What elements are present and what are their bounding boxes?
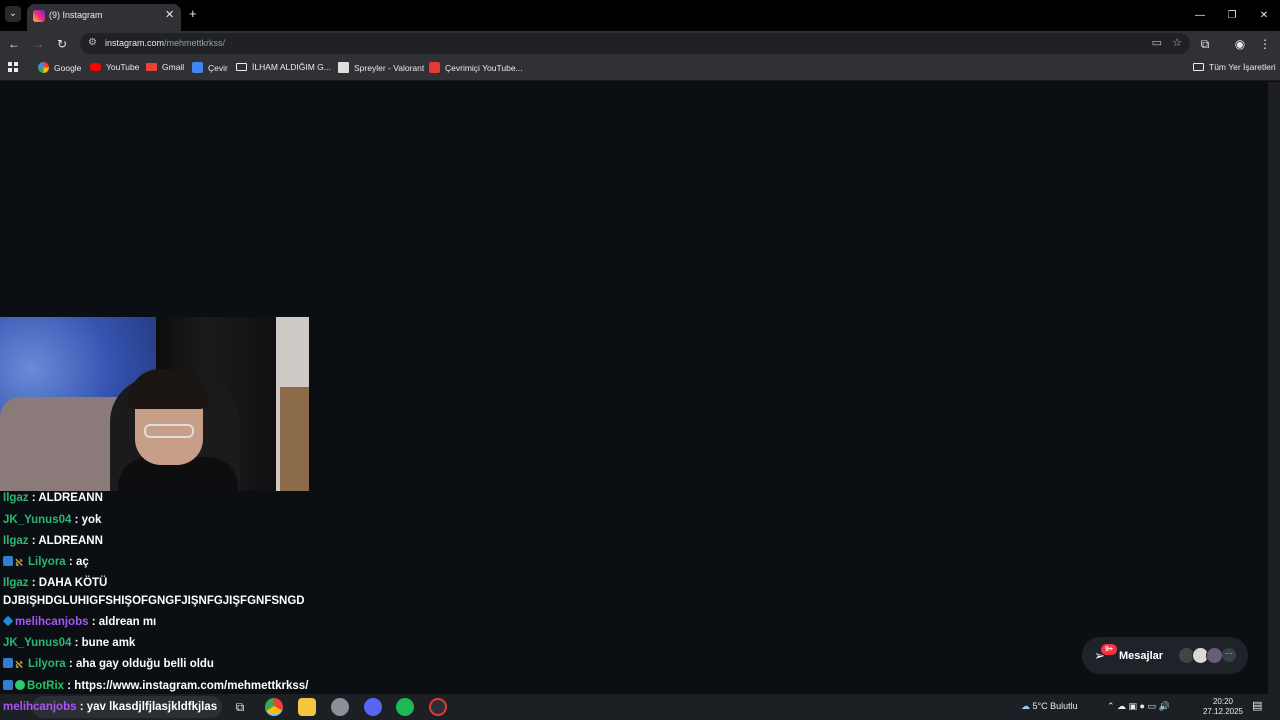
chat-username: JK_Yunus04 <box>3 637 72 649</box>
gold-badge-icon: ℵ <box>15 660 23 671</box>
bookmark-gmail[interactable]: Gmail <box>146 62 184 72</box>
chat-username: melihcanjobs <box>15 616 89 628</box>
sub-badge-icon <box>3 658 13 668</box>
chat-message: ℵ Lilyora : aç <box>3 556 89 569</box>
chat-username: Ilgaz <box>3 577 29 589</box>
close-icon[interactable]: ✕ <box>165 8 174 21</box>
chat-username: Ilgaz <box>3 492 29 504</box>
chrome-icon[interactable] <box>265 698 283 716</box>
toolbar: ← → ↻ ⚙ instagram.com/mehmettkrkss/ ☆ ▭ … <box>0 31 1280 56</box>
browser-tab[interactable]: (9) Instagram ✕ <box>27 4 181 31</box>
chat-text: DJBIŞHDGLUHIGFSHIŞOFGNGFJIŞNFGJIŞFGNFSNG… <box>3 595 305 607</box>
screen: ⌄ (9) Instagram ✕ + — ❐ ✕ ← → ↻ ⚙ instag… <box>0 0 1280 720</box>
bookmark-star-icon[interactable]: ☆ <box>1172 36 1182 49</box>
address-bar[interactable]: ⚙ instagram.com/mehmettkrkss/ ☆ ▭ <box>80 33 1190 54</box>
window-close-icon[interactable]: ✕ <box>1248 0 1280 31</box>
chat-message: Ilgaz : DAHA KÖTÜ <box>3 577 108 589</box>
taskbar-chat-line: melihcanjobs : yav lkasdjlfjlasjkldfkjla… <box>3 701 218 713</box>
recorder-icon[interactable] <box>429 698 447 716</box>
chat-message: Ilgaz : ALDREANN <box>3 535 103 547</box>
all-bookmarks[interactable]: Tüm Yer İşaretleri <box>1193 62 1276 72</box>
google-icon <box>38 62 49 73</box>
window-controls: — ❐ ✕ <box>1184 0 1280 31</box>
chat-text: DAHA KÖTÜ <box>38 577 108 589</box>
chat-message: DJBIŞHDGLUHIGFSHIŞOFGNGFJIŞNFGJIŞFGNFSNG… <box>3 595 305 607</box>
tray-icons[interactable]: ⌃ ☁ ▣ ● ▭ 🔊 <box>1107 701 1170 712</box>
notifications-icon[interactable]: ▤ <box>1252 699 1262 712</box>
bookmark-youtube[interactable]: YouTube <box>90 62 139 72</box>
chat-text: bune amk <box>81 637 136 649</box>
sub-badge-icon <box>3 556 13 566</box>
file-explorer-icon[interactable] <box>298 698 316 716</box>
instagram-icon <box>33 10 45 22</box>
new-tab-icon[interactable]: + <box>189 7 197 20</box>
app-icon[interactable] <box>331 698 349 716</box>
gold-badge-icon: ℵ <box>15 558 23 569</box>
translate-icon <box>192 62 203 73</box>
gmail-icon <box>146 63 157 71</box>
bookmark-folder[interactable]: İLHAM ALDIĞIM G... <box>236 62 331 72</box>
chat-text: ALDREANN <box>38 492 103 504</box>
bookmark-valorant[interactable]: Spreyler - Valorant <box>338 62 424 73</box>
chat-text: aç <box>75 556 89 568</box>
tab-search-icon[interactable]: ⌄ <box>5 6 21 22</box>
chat-message: BotRix : https://www.instagram.com/mehme… <box>3 680 308 692</box>
scrollbar[interactable] <box>1268 82 1280 694</box>
profile-icon[interactable]: ◉ <box>1232 36 1248 52</box>
chat-message: Ilgaz : ALDREANN <box>3 492 103 504</box>
task-view-icon[interactable]: ⧉ <box>231 698 249 716</box>
chat-text: https://www.instagram.com/mehmettkrkss/ <box>74 680 309 692</box>
title-bar: ⌄ (9) Instagram ✕ + — ❐ ✕ <box>0 0 1280 31</box>
cast-icon[interactable]: ▭ <box>1152 36 1162 49</box>
chat-message: JK_Yunus04 : bune amk <box>3 637 136 649</box>
forward-icon[interactable]: → <box>30 36 46 52</box>
bookmark-translate[interactable]: Çevir <box>192 62 228 73</box>
cube-badge-icon <box>2 615 14 627</box>
folder-icon <box>1193 63 1204 71</box>
messages-label: Mesajlar <box>1119 650 1164 662</box>
bookmarks-bar: Google YouTube Gmail Çevir İLHAM ALDIĞIM… <box>0 56 1280 81</box>
cloud-icon: ☁ <box>1021 701 1030 711</box>
chat-text: yok <box>81 514 102 526</box>
restore-icon[interactable]: ❐ <box>1216 0 1248 31</box>
verified-badge-icon <box>15 680 25 690</box>
chat-message: JK_Yunus04 : yok <box>3 514 102 526</box>
chat-username: Lilyora <box>28 658 66 670</box>
taskbar: melihcanjobs : yav lkasdjlfjlasjkldfkjla… <box>0 694 1280 720</box>
address-url: instagram.com/mehmettkrkss/ <box>105 38 226 48</box>
clock[interactable]: 20:20 27.12.2025 <box>1200 697 1246 717</box>
chat-username: Lilyora <box>28 556 66 568</box>
minimize-icon[interactable]: — <box>1184 0 1216 31</box>
avatar <box>1206 647 1223 664</box>
sub-badge-icon <box>3 680 13 690</box>
chat-message: melihcanjobs : aldrean mı <box>2 615 157 628</box>
more-icon[interactable]: ··· <box>1222 648 1236 662</box>
youtube-icon <box>90 63 101 71</box>
webcam-overlay <box>0 317 309 491</box>
site-info-icon[interactable]: ⚙ <box>88 37 97 48</box>
messages-button[interactable]: ➢ 9+ Mesajlar ··· <box>1082 637 1248 674</box>
chat-username: JK_Yunus04 <box>3 514 72 526</box>
apps-icon[interactable] <box>8 62 18 72</box>
chat-username: BotRix <box>27 680 65 692</box>
extensions-icon[interactable]: ⧉ <box>1197 36 1213 52</box>
chat-username: Ilgaz <box>3 535 29 547</box>
messages-badge: 9+ <box>1101 644 1117 655</box>
bookmark-youtube-converter[interactable]: Çevrimiçi YouTube... <box>429 62 523 73</box>
back-icon[interactable]: ← <box>6 36 22 52</box>
chat-text: aha gay olduğu belli oldu <box>75 658 214 670</box>
valorant-icon <box>338 62 349 73</box>
converter-icon <box>429 62 440 73</box>
discord-icon[interactable] <box>364 698 382 716</box>
chat-message: ℵ Lilyora : aha gay olduğu belli oldu <box>3 658 214 671</box>
folder-icon <box>236 63 247 71</box>
bookmark-google[interactable]: Google <box>38 62 81 73</box>
chat-text: aldrean mı <box>98 616 157 628</box>
menu-icon[interactable]: ⋮ <box>1257 36 1273 52</box>
weather-widget[interactable]: ☁ 5°C Bulutlu <box>1021 701 1078 712</box>
reload-icon[interactable]: ↻ <box>54 36 70 52</box>
tab-title: (9) Instagram <box>49 10 103 20</box>
spotify-icon[interactable] <box>396 698 414 716</box>
chat-text: ALDREANN <box>38 535 103 547</box>
